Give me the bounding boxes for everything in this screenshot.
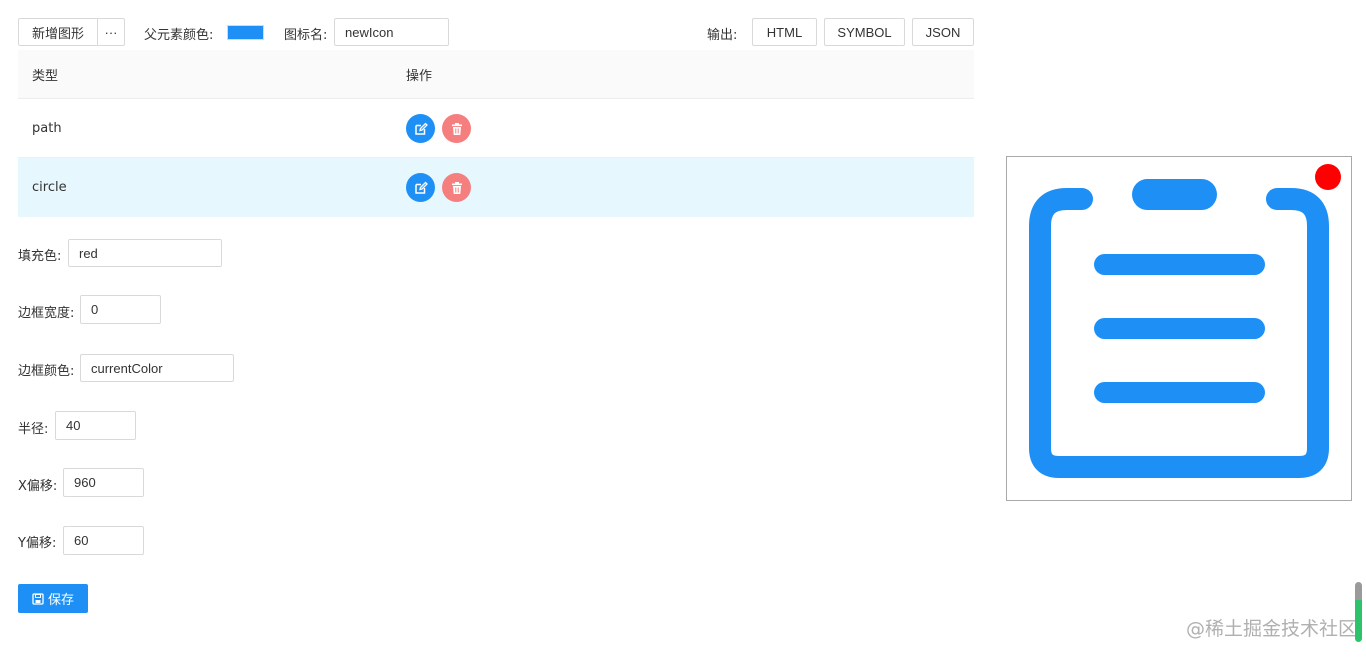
y-offset-input[interactable]: 60 (63, 526, 144, 555)
table-row[interactable]: path (18, 99, 974, 158)
output-html-button[interactable]: HTML (752, 18, 817, 46)
edit-button[interactable] (406, 173, 435, 202)
edit-icon (414, 181, 428, 194)
y-offset-label: Y偏移: (18, 536, 57, 551)
save-icon (32, 592, 44, 605)
edit-icon (414, 122, 428, 135)
more-button[interactable]: ··· (97, 18, 125, 46)
x-offset-input[interactable]: 960 (63, 468, 144, 497)
parent-color-label: 父元素颜色: (144, 28, 214, 43)
radius-label: 半径: (18, 422, 49, 437)
stroke-color-label: 边框颜色: (18, 364, 75, 379)
scrollbar-thumb[interactable] (1355, 582, 1362, 642)
trash-icon (451, 122, 462, 135)
circle-shape (1315, 164, 1341, 190)
output-symbol-button[interactable]: SYMBOL (824, 18, 905, 46)
shape-table: 类型 操作 path circle (18, 50, 974, 217)
watermark: @稀土掘金技术社区 (1186, 618, 1358, 640)
table-header: 类型 操作 (18, 50, 974, 99)
fill-color-label: 填充色: (18, 249, 62, 264)
delete-button[interactable] (442, 114, 471, 143)
stroke-width-label: 边框宽度: (18, 306, 75, 321)
save-button-label: 保存 (47, 593, 74, 608)
radius-input[interactable]: 40 (55, 411, 136, 440)
output-label: 输出: (707, 28, 738, 43)
add-shape-button[interactable]: 新增图形 (18, 18, 98, 46)
column-header-type: 类型 (32, 68, 59, 84)
edit-button[interactable] (406, 114, 435, 143)
row-type: path (32, 120, 62, 136)
table-row[interactable]: circle (18, 158, 974, 217)
icon-name-input[interactable]: newIcon (334, 18, 449, 46)
stroke-width-input[interactable]: 0 (80, 295, 161, 324)
delete-button[interactable] (442, 173, 471, 202)
fill-color-input[interactable]: red (68, 239, 222, 267)
icon-preview (1006, 156, 1352, 501)
parent-color-swatch[interactable] (227, 25, 264, 40)
trash-icon (451, 181, 462, 194)
column-header-actions: 操作 (406, 68, 433, 84)
clipboard-icon (1029, 164, 1341, 478)
stroke-color-input[interactable]: currentColor (80, 354, 234, 382)
save-button[interactable]: 保存 (18, 584, 88, 613)
row-type: circle (32, 179, 67, 195)
x-offset-label: X偏移: (18, 479, 58, 494)
icon-name-label: 图标名: (284, 28, 328, 43)
output-json-button[interactable]: JSON (912, 18, 974, 46)
